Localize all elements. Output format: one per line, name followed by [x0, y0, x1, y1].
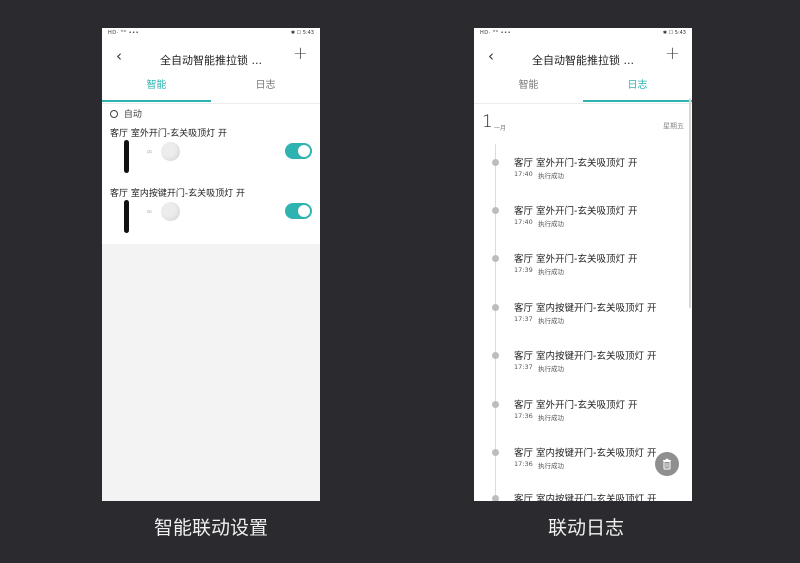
- tab-active-indicator: [583, 100, 692, 102]
- timeline-dot: [492, 352, 499, 359]
- log-status: 执行成功: [538, 172, 564, 180]
- tab-label: 日志: [255, 80, 276, 91]
- tab-smart[interactable]: 智能: [474, 77, 583, 95]
- log-title: 客厅 室内按键开门-玄关吸顶灯 开: [514, 351, 657, 362]
- timeline-dot: [492, 495, 499, 501]
- tab-log[interactable]: 日志: [211, 77, 320, 95]
- scene-item[interactable]: 客厅 室内按键开门-玄关吸顶灯 开 ∞: [110, 186, 312, 246]
- link-icon: ∞: [146, 207, 153, 216]
- trash-icon: [663, 458, 671, 470]
- plus-icon[interactable]: +: [293, 45, 308, 63]
- log-time: 17:40: [514, 170, 533, 178]
- log-entry: 客厅 室内按键开门-玄关吸顶灯 开 17:37 执行成功: [474, 343, 692, 383]
- title-bar: ‹ 全自动智能推拉锁 ... +: [102, 37, 320, 77]
- date-header: 1 一月 星期五: [474, 112, 692, 132]
- tab-label: 日志: [627, 80, 648, 91]
- log-title: 客厅 室内按键开门-玄关吸顶灯 开: [514, 494, 657, 501]
- section-label: 自动: [123, 110, 142, 120]
- log-entry: 客厅 室外开门-玄关吸顶灯 开 17:39 执行成功: [474, 246, 692, 286]
- log-status: 执行成功: [538, 317, 564, 325]
- log-status: 执行成功: [538, 365, 564, 373]
- tab-log[interactable]: 日志: [583, 77, 692, 102]
- log-time: 17:37: [514, 363, 533, 371]
- log-title: 客厅 室外开门-玄关吸顶灯 开: [514, 158, 638, 169]
- title-bar: ‹ 全自动智能推拉锁 ... +: [474, 37, 692, 77]
- log-title: 客厅 室外开门-玄关吸顶灯 开: [514, 400, 638, 411]
- timeline-dot: [492, 304, 499, 311]
- status-bar-left: HD· ᴴᴰ •••: [480, 30, 512, 36]
- ceiling-light-icon: [161, 202, 180, 221]
- toggle-knob: [298, 205, 310, 217]
- timeline-dot: [492, 207, 499, 214]
- log-time: 17:39: [514, 266, 533, 274]
- timeline-dot: [492, 449, 499, 456]
- robot-icon: [110, 110, 118, 118]
- scene-name: 客厅 室内按键开门-玄关吸顶灯 开: [110, 189, 245, 199]
- log-title: 客厅 室外开门-玄关吸顶灯 开: [514, 254, 638, 265]
- log-status: 执行成功: [538, 268, 564, 276]
- log-status: 执行成功: [538, 220, 564, 228]
- door-lock-icon: [124, 200, 129, 233]
- log-entry: 客厅 室外开门-玄关吸顶灯 开 17:40 执行成功: [474, 150, 692, 190]
- door-lock-icon: [124, 140, 129, 173]
- log-status: 执行成功: [538, 462, 564, 470]
- log-time: 17:36: [514, 460, 533, 468]
- log-status: 执行成功: [538, 414, 564, 422]
- tab-label: 智能: [518, 80, 539, 91]
- caption-linkage-log: 联动日志: [547, 517, 624, 539]
- timeline-dot: [492, 401, 499, 408]
- date-weekday: 星期五: [663, 122, 684, 130]
- scene-list: 自动 客厅 室外开门-玄关吸顶灯 开 ∞ 客厅 室内按键开门-玄关吸顶灯 开 ∞: [102, 104, 320, 244]
- tab-label: 智能: [146, 80, 167, 91]
- log-title: 客厅 室内按键开门-玄关吸顶灯 开: [514, 303, 657, 314]
- caption-smart-linkage-settings: 智能联动设置: [153, 517, 268, 539]
- phone-screen-linkage-log: HD· ᴴᴰ ••• ✱ ☐ 5:43 ‹ 全自动智能推拉锁 ... + 智能 …: [474, 28, 692, 501]
- empty-area: [102, 244, 320, 501]
- status-bar: HD· ᴴᴰ ••• ✱ ☐ 5:43: [474, 28, 692, 37]
- scene-name: 客厅 室外开门-玄关吸顶灯 开: [110, 129, 227, 139]
- link-icon: ∞: [146, 147, 153, 156]
- scrollbar[interactable]: [689, 98, 691, 308]
- status-bar-left: HD· ᴴᴰ •••: [108, 30, 140, 36]
- log-time: 17:37: [514, 315, 533, 323]
- tab-active-indicator: [102, 100, 211, 102]
- timeline-dot: [492, 255, 499, 262]
- delete-log-button[interactable]: [655, 452, 679, 476]
- log-entry: 客厅 室内按键开门-玄关吸顶灯 开 17:37 执行成功: [474, 295, 692, 335]
- ceiling-light-icon: [161, 142, 180, 161]
- phone-screen-smart-linkage: HD· ᴴᴰ ••• ✱ ☐ 5:43 ‹ 全自动智能推拉锁 ... + 智能 …: [102, 28, 320, 501]
- log-entry: 客厅 室外开门-玄关吸顶灯 开 17:36 执行成功: [474, 392, 692, 432]
- log-title: 客厅 室内按键开门-玄关吸顶灯 开: [514, 448, 657, 459]
- date-month: 一月: [494, 125, 507, 132]
- tab-smart[interactable]: 智能: [102, 77, 211, 102]
- status-bar-right: ✱ ☐ 5:43: [290, 30, 314, 36]
- scene-toggle[interactable]: [285, 143, 312, 159]
- section-header-auto: 自动: [110, 107, 142, 120]
- scene-item[interactable]: 客厅 室外开门-玄关吸顶灯 开 ∞: [110, 126, 312, 186]
- log-title: 客厅 室外开门-玄关吸顶灯 开: [514, 206, 638, 217]
- status-bar-right: ✱ ☐ 5:43: [662, 30, 686, 36]
- tab-bar: 智能 日志: [474, 77, 692, 104]
- log-time: 17:40: [514, 218, 533, 226]
- scene-toggle[interactable]: [285, 203, 312, 219]
- plus-icon[interactable]: +: [665, 45, 680, 63]
- date-day: 1: [482, 112, 493, 132]
- timeline-dot: [492, 159, 499, 166]
- page-title: 全自动智能推拉锁 ...: [160, 54, 262, 67]
- log-entry: 客厅 室外开门-玄关吸顶灯 开 17:40 执行成功: [474, 198, 692, 238]
- log-entry: 客厅 室内按键开门-玄关吸顶灯 开: [474, 486, 692, 501]
- status-bar: HD· ᴴᴰ ••• ✱ ☐ 5:43: [102, 28, 320, 37]
- tab-bar: 智能 日志: [102, 77, 320, 104]
- page-title: 全自动智能推拉锁 ...: [532, 54, 634, 67]
- toggle-knob: [298, 145, 310, 157]
- log-time: 17:36: [514, 412, 533, 420]
